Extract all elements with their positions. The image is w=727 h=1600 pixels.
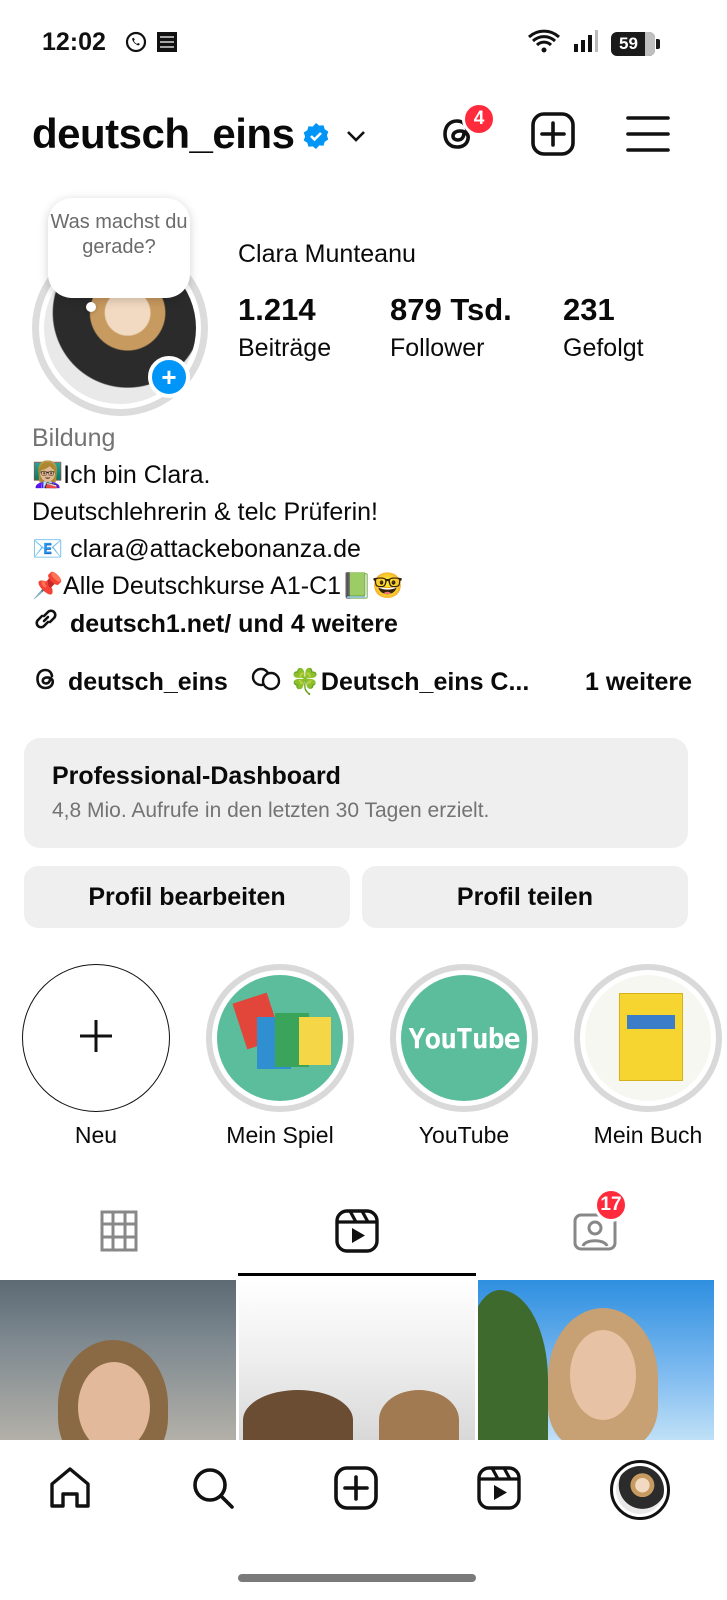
tagged-icon: 17 bbox=[572, 1187, 628, 1257]
edit-profile-button[interactable]: Profil bearbeiten bbox=[24, 866, 350, 928]
reels-nav-icon bbox=[476, 1465, 522, 1516]
channel-icon bbox=[250, 665, 282, 700]
game-cards-image bbox=[217, 975, 343, 1101]
tab-tagged[interactable]: 17 bbox=[476, 1187, 714, 1276]
home-indicator[interactable] bbox=[238, 1574, 476, 1582]
highlight-label: YouTube bbox=[418, 1122, 510, 1148]
nav-search[interactable] bbox=[187, 1464, 239, 1516]
grid-icon bbox=[100, 1210, 138, 1257]
reel-thumbnail[interactable] bbox=[239, 1280, 475, 1440]
bio-line: 👩🏼‍🏫Ich bin Clara. bbox=[32, 461, 211, 489]
stat-posts[interactable]: 1.214 Beiträge bbox=[238, 292, 331, 363]
content-tabs: 17 bbox=[0, 1187, 714, 1276]
highlight-label: Mein Spiel bbox=[226, 1122, 334, 1148]
full-name: Clara Munteanu bbox=[238, 240, 416, 268]
professional-dashboard[interactable]: Professional-Dashboard 4,8 Mio. Aufrufe … bbox=[24, 738, 688, 848]
status-time: 12:02 bbox=[42, 28, 106, 56]
stat-following[interactable]: 231 Gefolgt bbox=[563, 292, 644, 363]
reels-grid bbox=[0, 1280, 714, 1440]
reels-icon bbox=[334, 1208, 380, 1259]
bio-link[interactable]: deutsch1.net/ und 4 weitere bbox=[32, 605, 403, 644]
bio: Bildung 👩🏼‍🏫Ich bin Clara. Deutschlehrer… bbox=[32, 420, 403, 644]
highlight-label: Neu bbox=[74, 1122, 118, 1148]
nav-profile[interactable] bbox=[610, 1460, 670, 1520]
tagged-badge: 17 bbox=[594, 1187, 628, 1222]
channel-link[interactable]: 🍀Deutsch_eins C... bbox=[250, 665, 529, 700]
highlight-label: Mein Buch bbox=[593, 1122, 703, 1148]
battery-icon: 59 bbox=[611, 31, 660, 56]
chevron-down-icon[interactable] bbox=[344, 124, 368, 148]
highlight-mein-spiel[interactable]: Mein Spiel bbox=[205, 964, 355, 1149]
verified-icon bbox=[302, 122, 330, 150]
more-links[interactable]: 1 weitere bbox=[585, 668, 692, 697]
nav-home[interactable] bbox=[44, 1464, 96, 1516]
create-icon bbox=[530, 111, 576, 162]
app-icon bbox=[156, 31, 178, 58]
reel-thumbnail[interactable] bbox=[478, 1280, 714, 1440]
highlight-mein-buch[interactable]: Mein Buch bbox=[573, 964, 723, 1149]
tab-reels[interactable] bbox=[238, 1190, 476, 1276]
plus-icon bbox=[76, 1016, 116, 1061]
create-button[interactable] bbox=[527, 110, 579, 162]
bottom-navigation bbox=[0, 1440, 714, 1550]
highlight-youtube[interactable]: YouTube YouTube bbox=[389, 964, 539, 1149]
profile-header: deutsch_eins 4 bbox=[0, 100, 727, 170]
threads-link[interactable]: deutsch_eins bbox=[32, 665, 228, 700]
threads-button[interactable]: 4 bbox=[432, 102, 496, 162]
nav-reels[interactable] bbox=[473, 1464, 525, 1516]
signal-icon bbox=[573, 29, 599, 58]
tab-grid[interactable] bbox=[0, 1190, 238, 1276]
menu-button[interactable] bbox=[622, 110, 674, 162]
home-icon bbox=[46, 1464, 94, 1517]
reel-thumbnail[interactable] bbox=[0, 1280, 236, 1440]
wifi-icon bbox=[527, 28, 561, 59]
share-profile-button[interactable]: Profil teilen bbox=[362, 866, 688, 928]
nav-create[interactable] bbox=[330, 1464, 382, 1516]
highlight-new[interactable]: Neu bbox=[21, 964, 171, 1149]
teacher-emoji: 👩🏼‍🏫 bbox=[32, 461, 64, 489]
status-bar: 12:02 59 bbox=[0, 0, 727, 88]
threads-small-icon bbox=[32, 665, 60, 700]
whatsapp-icon bbox=[124, 30, 148, 59]
link-icon bbox=[32, 605, 60, 644]
dashboard-subtitle: 4,8 Mio. Aufrufe in den letzten 30 Tagen… bbox=[52, 799, 490, 822]
category-label: Bildung bbox=[32, 424, 116, 452]
youtube-cover: YouTube bbox=[401, 975, 527, 1101]
note-bubble[interactable]: Was machst du gerade? bbox=[48, 198, 190, 298]
note-text: Was machst du gerade? bbox=[50, 211, 188, 258]
bio-line: 📌Alle Deutschkurse A1-C1📗🤓 bbox=[32, 572, 404, 600]
bio-line: 📧 clara@attackebonanza.de bbox=[32, 535, 361, 563]
book-cover-image bbox=[585, 975, 711, 1101]
search-icon bbox=[189, 1464, 237, 1517]
battery-level: 59 bbox=[619, 33, 638, 53]
create-post-icon bbox=[333, 1465, 379, 1516]
avatar bbox=[610, 1460, 670, 1520]
profile-links-row: deutsch_eins 🍀Deutsch_eins C... 1 weiter… bbox=[32, 662, 692, 702]
menu-icon bbox=[626, 114, 670, 159]
username-switcher[interactable]: deutsch_eins bbox=[32, 110, 295, 158]
add-story-icon[interactable]: + bbox=[148, 356, 190, 398]
threads-badge: 4 bbox=[462, 102, 496, 136]
stat-followers[interactable]: 879 Tsd. Follower bbox=[390, 292, 512, 363]
bio-line: Deutschlehrerin & telc Prüferin! bbox=[32, 498, 378, 526]
new-highlight-circle bbox=[22, 964, 170, 1112]
dashboard-title: Professional-Dashboard bbox=[52, 762, 341, 790]
